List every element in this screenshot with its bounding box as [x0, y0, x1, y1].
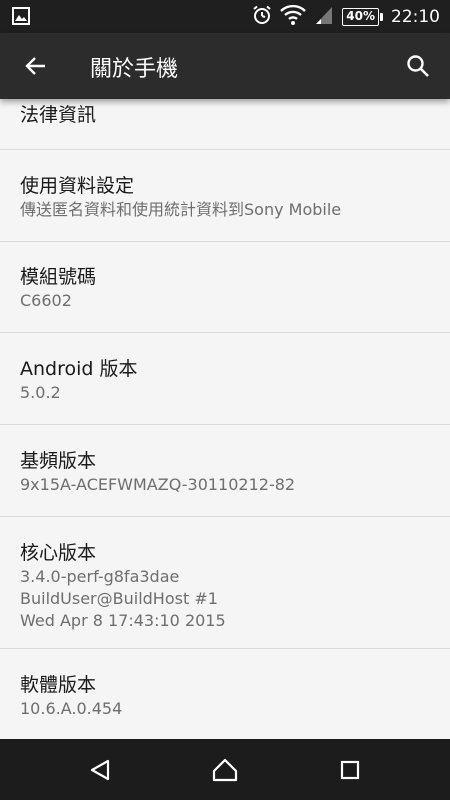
baseband-version-title: 基頻版本 — [20, 450, 97, 472]
kernel-version-title: 核心版本 — [20, 542, 97, 564]
signal-icon — [314, 5, 334, 29]
arrow-left-icon — [25, 57, 45, 75]
page-title: 關於手機 — [90, 57, 179, 82]
home-icon — [212, 758, 238, 782]
kernel-version-line1: 3.4.0-perf-g8fa3dae — [20, 567, 180, 586]
list-item-android-version[interactable]: Android 版本 5.0.2 — [0, 333, 450, 425]
nav-back-button[interactable] — [75, 747, 125, 793]
kernel-version-line2: BuildUser@BuildHost #1 — [20, 589, 218, 608]
model-number-value: C6602 — [20, 291, 72, 310]
kernel-version-line3: Wed Apr 8 17:43:10 2015 — [20, 611, 226, 630]
app-bar: 關於手機 — [0, 33, 450, 99]
list-item-model-number[interactable]: 模組號碼 C6602 — [0, 242, 450, 333]
model-number-title: 模組號碼 — [20, 266, 97, 288]
android-version-title: Android 版本 — [20, 358, 138, 380]
legal-info-title: 法律資訊 — [20, 104, 97, 126]
baseband-version-value: 9x15A-ACEFWMAZQ-30110212-82 — [20, 475, 296, 494]
settings-list[interactable]: 法律資訊 使用資料設定 傳送匿名資料和使用統計資料到Sony Mobile 模組… — [0, 99, 450, 739]
nav-recents-button[interactable] — [325, 747, 375, 793]
list-item-usage-settings[interactable]: 使用資料設定 傳送匿名資料和使用統計資料到Sony Mobile — [0, 150, 450, 242]
status-bar: 40% 22:10 — [0, 0, 450, 33]
recents-icon — [340, 760, 360, 780]
alarm-icon — [252, 5, 272, 29]
image-notification-icon — [12, 7, 30, 29]
list-item-legal-info[interactable]: 法律資訊 — [0, 99, 450, 150]
android-version-value: 5.0.2 — [20, 383, 61, 402]
navigation-bar — [0, 739, 450, 800]
back-triangle-icon — [90, 759, 110, 781]
list-item-kernel-version[interactable]: 核心版本 3.4.0-perf-g8fa3dae BuildUser@Build… — [0, 517, 450, 649]
status-time: 22:10 — [391, 6, 440, 27]
nav-home-button[interactable] — [200, 747, 250, 793]
usage-settings-title: 使用資料設定 — [20, 175, 135, 197]
list-item-software-version[interactable]: 軟體版本 10.6.A.0.454 — [0, 649, 450, 739]
battery-indicator: 40% — [342, 7, 383, 26]
usage-settings-summary: 傳送匿名資料和使用統計資料到Sony Mobile — [20, 200, 342, 219]
wifi-icon — [280, 4, 307, 30]
search-button[interactable] — [396, 44, 440, 88]
list-item-baseband-version[interactable]: 基頻版本 9x15A-ACEFWMAZQ-30110212-82 — [0, 425, 450, 517]
back-button[interactable] — [14, 44, 58, 88]
software-version-value: 10.6.A.0.454 — [20, 699, 123, 718]
software-version-title: 軟體版本 — [20, 674, 97, 696]
search-icon — [407, 55, 429, 77]
